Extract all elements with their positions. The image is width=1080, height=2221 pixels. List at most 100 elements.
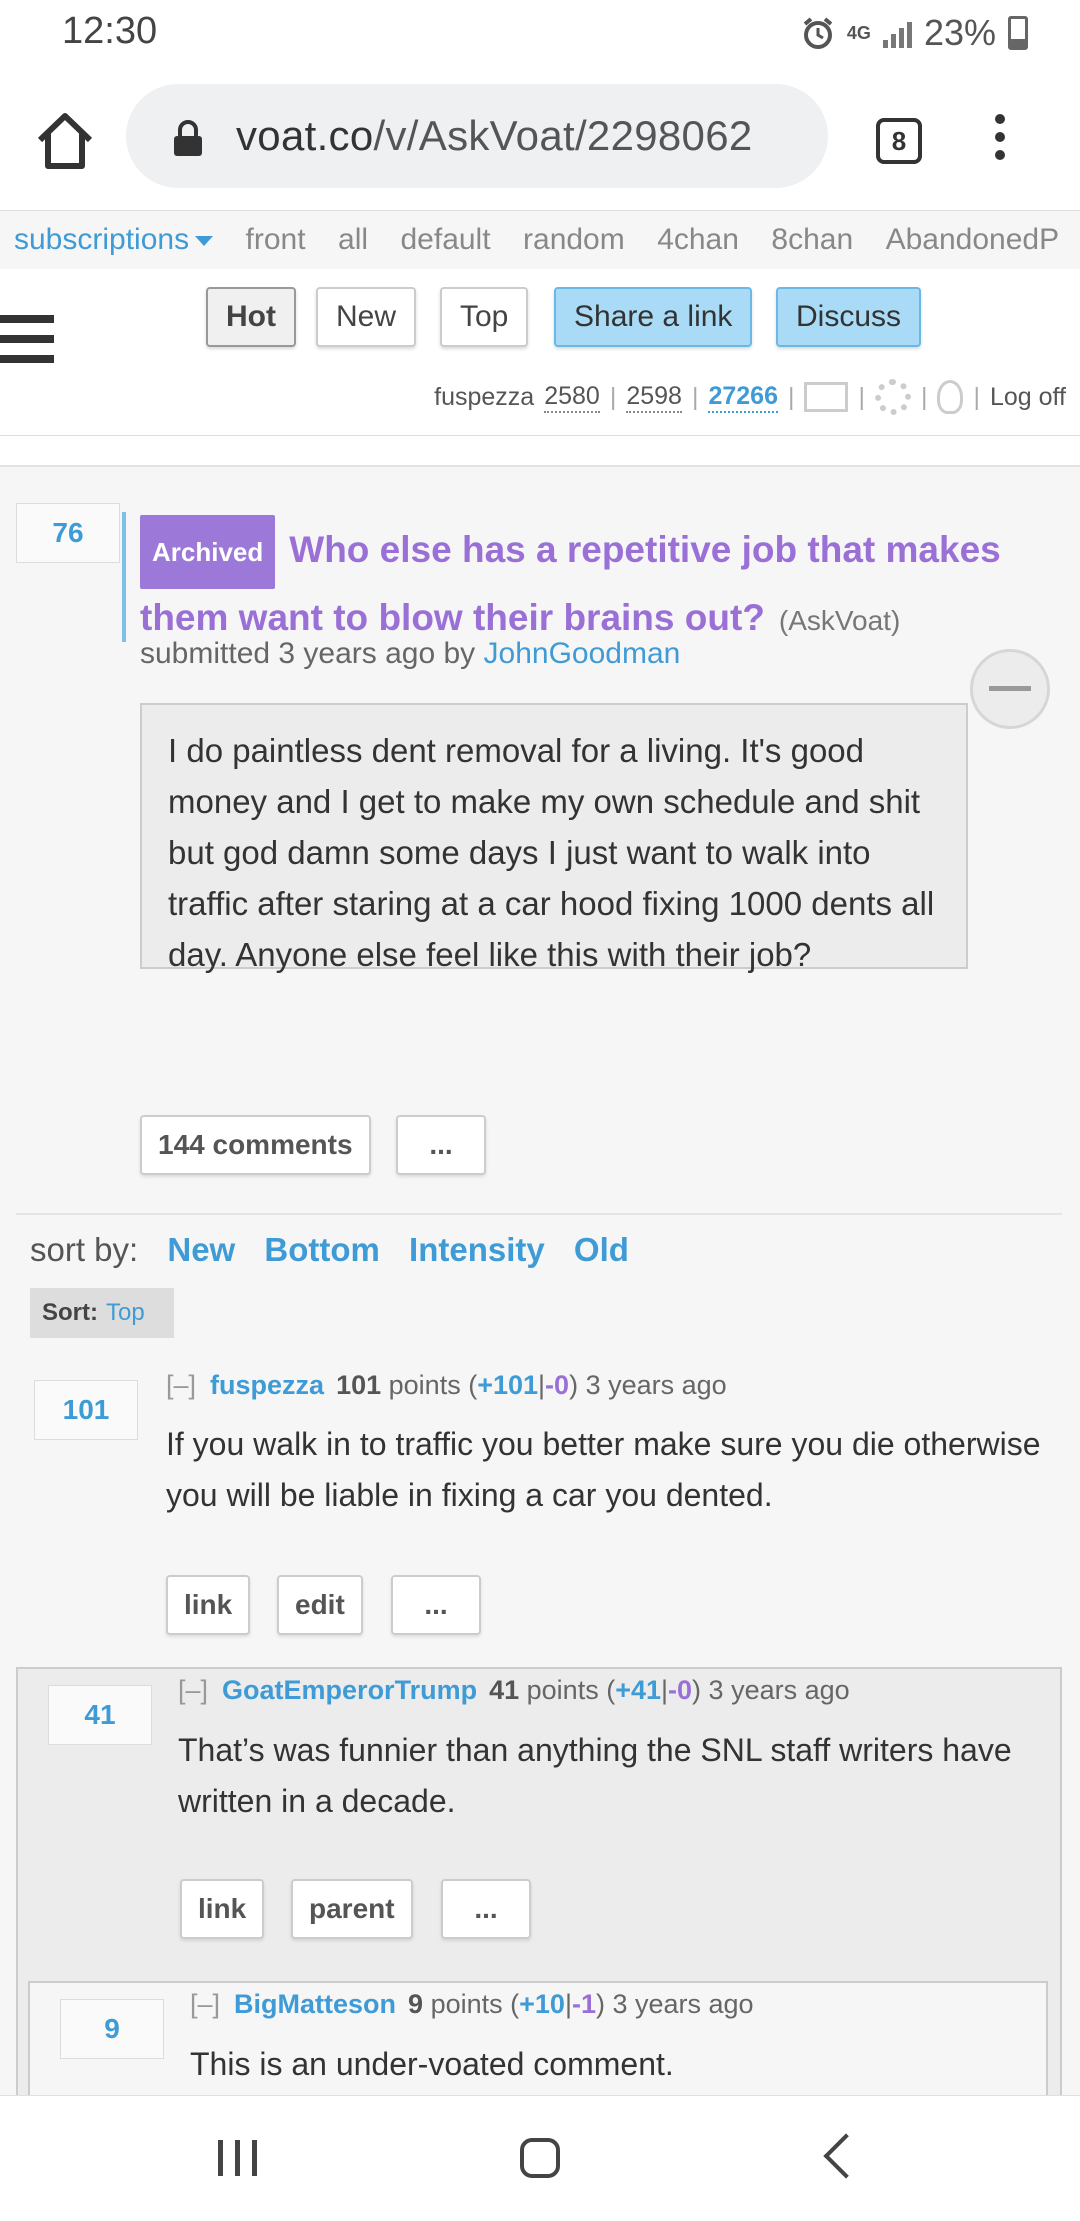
comment-age: 3 years ago — [585, 1370, 727, 1400]
comment-link-button[interactable]: link — [180, 1879, 265, 1939]
post-author-link[interactable]: JohnGoodman — [484, 637, 681, 670]
upvotes: +41 — [615, 1675, 662, 1705]
comment-points: 9 — [408, 1989, 424, 2019]
post-submitted-line: submitted 3 years ago by JohnGoodman — [140, 637, 680, 671]
gear-icon[interactable] — [874, 379, 911, 415]
comment-score: 9 — [60, 1999, 164, 2059]
current-sort-value[interactable]: Top — [106, 1299, 145, 1326]
mail-icon[interactable] — [804, 382, 849, 412]
network-type-icon: 4G — [846, 23, 871, 43]
back-icon[interactable] — [823, 2133, 869, 2179]
collapse-comment-toggle[interactable]: [–] — [190, 1989, 220, 2019]
comments-count-button[interactable]: 144 comments — [140, 1115, 371, 1175]
comment-body: If you walk in to traffic you better mak… — [166, 1426, 1041, 1513]
nav-link-4chan[interactable]: 4chan — [657, 211, 739, 269]
more-menu-icon[interactable] — [990, 114, 1010, 174]
total-points: 27266 — [708, 382, 778, 413]
points-word: points — [430, 1989, 503, 2019]
tab-hot[interactable]: Hot — [206, 287, 296, 347]
comment-score: 41 — [48, 1685, 152, 1745]
logoff-link[interactable]: Log off — [990, 383, 1066, 412]
comment-edit-button[interactable]: edit — [277, 1575, 363, 1635]
hamburger-menu-icon[interactable] — [0, 315, 54, 375]
collapse-comment-toggle[interactable]: [–] — [166, 1370, 196, 1400]
battery-icon — [1008, 16, 1028, 50]
status-time: 12:30 — [62, 10, 158, 52]
url-host: voat.co — [236, 112, 374, 159]
tab-top[interactable]: Top — [440, 287, 529, 347]
comment-score: 101 — [34, 1380, 138, 1440]
post-subverse[interactable]: (AskVoat) — [779, 605, 900, 636]
points-word: points — [388, 1370, 461, 1400]
comment-header: [–] GoatEmperorTrump 41 points (+41|-0) 3 … — [178, 1675, 850, 1705]
comment-points: 41 — [489, 1675, 520, 1705]
comment-author[interactable]: fuspezza — [210, 1370, 324, 1400]
nav-link-random[interactable]: random — [523, 211, 625, 269]
discuss-button[interactable]: Discuss — [776, 287, 922, 347]
site-header: Hot New Top Share a link Discuss fuspezz… — [0, 269, 1080, 436]
home-icon[interactable] — [30, 106, 100, 176]
subscriptions-dropdown[interactable]: subscriptions — [14, 211, 214, 269]
comment-more-button[interactable]: ... — [441, 1879, 531, 1939]
comment-link-button[interactable]: link — [166, 1575, 251, 1635]
sort-by-label: sort by: — [30, 1231, 139, 1268]
nav-link-abandoned[interactable]: AbandonedP — [886, 211, 1060, 269]
collapse-post-icon[interactable] — [970, 649, 1050, 729]
signal-icon — [882, 18, 912, 48]
share-link-button[interactable]: Share a link — [554, 287, 753, 347]
nav-link-all[interactable]: all — [338, 211, 368, 269]
upvotes: +101 — [477, 1370, 539, 1400]
tab-new[interactable]: New — [316, 287, 417, 347]
comment-points: 101 — [336, 1370, 382, 1400]
ccp-points: 2580 — [544, 382, 600, 413]
browser-toolbar: voat.co/v/AskVoat/2298062 8 — [0, 70, 1080, 210]
post-accent-bar — [122, 512, 126, 642]
recent-apps-icon[interactable] — [218, 2140, 257, 2176]
nav-link-default[interactable]: default — [400, 211, 490, 269]
battery-percent: 23% — [923, 12, 996, 53]
post-more-button[interactable]: ... — [396, 1115, 486, 1175]
comment-body: This is an under-voated comment. — [190, 2046, 674, 2082]
lock-icon — [174, 120, 202, 156]
sort-option-intensity[interactable]: Intensity — [409, 1231, 545, 1268]
username[interactable]: fuspezza — [434, 383, 534, 412]
lightbulb-icon[interactable] — [937, 380, 964, 414]
subscriptions-label: subscriptions — [14, 223, 190, 256]
tab-switcher-button[interactable]: 8 — [876, 118, 922, 164]
divider — [16, 1213, 1062, 1215]
home-button-icon[interactable] — [520, 2138, 560, 2178]
comment-more-button[interactable]: ... — [391, 1575, 481, 1635]
status-bar: 12:30 4G 23% — [0, 0, 1080, 70]
sort-option-old[interactable]: Old — [574, 1231, 629, 1268]
sort-option-new[interactable]: New — [167, 1231, 235, 1268]
post-body: I do paintless dent removal for a living… — [140, 703, 968, 973]
downvotes: -1 — [571, 1989, 596, 2019]
sort-option-bottom[interactable]: Bottom — [264, 1231, 379, 1268]
nav-link-front[interactable]: front — [246, 211, 306, 269]
comment-header: [–] BigMatteson 9 points (+10|-1) 3 years … — [190, 1989, 754, 2019]
archived-badge: Archived — [140, 515, 276, 589]
status-icons: 4G 23% — [801, 12, 1028, 54]
current-sort-badge: Sort: Top — [30, 1288, 174, 1338]
nav-link-8chan[interactable]: 8chan — [771, 211, 853, 269]
upvotes: +10 — [519, 1989, 565, 2019]
page-content: 76 Archived Who else has a repetitive job… — [0, 465, 1080, 2097]
nested-comment: 9 [–] BigMatteson 9 points (+10|-1) 3 year… — [28, 1981, 1048, 2097]
comment-body: That’s was funnier than anything the SNL… — [178, 1732, 1012, 1819]
comment-age: 3 years ago — [708, 1675, 850, 1705]
sort-options: sort by: New Bottom Intensity Old — [30, 1231, 629, 1269]
comment-age: 3 years ago — [612, 1989, 754, 2019]
comment-author[interactable]: GoatEmperorTrump — [222, 1675, 477, 1705]
url-path: /v/AskVoat/2298062 — [373, 112, 753, 159]
system-nav-bar — [0, 2095, 1080, 2221]
post-title-block: Archived Who else has a repetitive job th… — [140, 515, 1010, 650]
collapse-comment-toggle[interactable]: [–] — [178, 1675, 208, 1705]
address-bar[interactable]: voat.co/v/AskVoat/2298062 — [126, 84, 828, 188]
submitted-text: submitted 3 years ago by — [140, 637, 476, 670]
comment-author[interactable]: BigMatteson — [234, 1989, 396, 2019]
downvotes: -0 — [545, 1370, 570, 1400]
comment-parent-button[interactable]: parent — [291, 1879, 413, 1939]
downvotes: -0 — [668, 1675, 693, 1705]
subverse-nav: subscriptions front all default random 4… — [0, 210, 1080, 270]
comment-header: [–] fuspezza 101 points (+101|-0) 3 years … — [166, 1370, 727, 1400]
